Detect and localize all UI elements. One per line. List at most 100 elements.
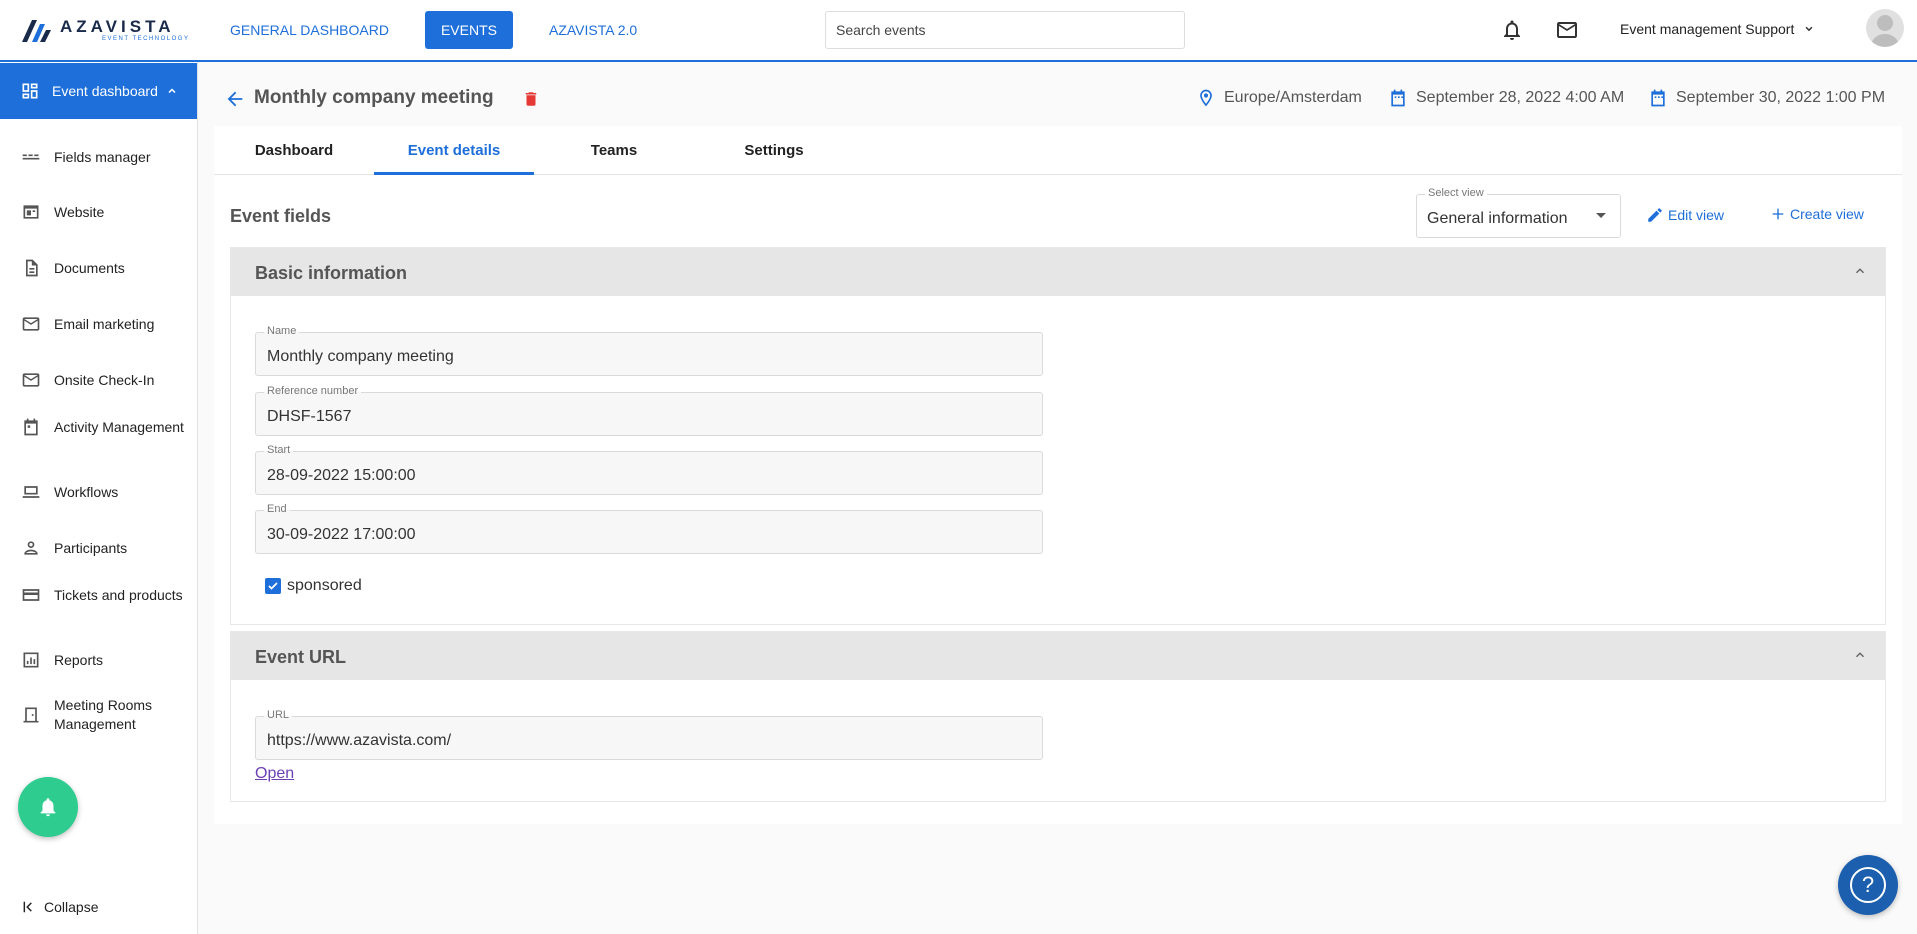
timezone-text: Europe/Amsterdam (1224, 89, 1362, 106)
sidebar-item-website[interactable]: Website (20, 201, 190, 223)
name-field[interactable]: Name Monthly company meeting (255, 325, 1043, 376)
field-label: URL (264, 709, 293, 721)
reference-number-field[interactable]: Reference number DHSF-1567 (255, 385, 1043, 436)
sidebar-item-activity-management[interactable]: Activity Management (20, 416, 190, 438)
back-arrow-icon[interactable] (224, 88, 246, 115)
top-nav: GENERAL DASHBOARD EVENTS AZAVISTA 2.0 (218, 11, 673, 49)
start-date-info: September 28, 2022 4:00 AM (1388, 88, 1624, 108)
sidebar-active-label: Event dashboard (52, 83, 158, 99)
chart-icon (20, 649, 42, 671)
collapse-label: Collapse (44, 899, 99, 915)
sidebar-item-label: Onsite Check-In (54, 371, 155, 388)
topnav-azavista-2[interactable]: AZAVISTA 2.0 (537, 11, 649, 49)
account-name: Event management Support (1620, 21, 1795, 37)
field-label: End (264, 503, 290, 515)
field-value: 28-09-2022 15:00:00 (267, 467, 416, 484)
pencil-icon (1648, 208, 1662, 222)
website-icon (20, 201, 42, 223)
delete-icon[interactable] (522, 88, 540, 115)
logo[interactable]: AZAVISTA EVENT TECHNOLOGY (22, 18, 189, 43)
sidebar-item-onsite-check-in[interactable]: Onsite Check-In (20, 369, 190, 391)
sidebar-item-label: Activity Management (54, 418, 184, 435)
sidebar-item-tickets-products[interactable]: Tickets and products (20, 584, 190, 606)
sidebar-item-label: Participants (54, 539, 128, 556)
fields-icon (20, 146, 42, 168)
open-url-link[interactable]: Open (255, 765, 294, 783)
bell-icon[interactable] (1500, 18, 1524, 42)
document-icon (20, 257, 42, 279)
tab-event-details[interactable]: Event details (374, 126, 534, 175)
mail-icon[interactable] (1555, 18, 1579, 42)
sidebar-item-label: Reports (54, 651, 104, 668)
collapse-button[interactable]: Collapse (22, 899, 98, 915)
calendar-icon (1391, 89, 1405, 107)
logo-tagline: EVENT TECHNOLOGY (102, 36, 190, 42)
person-icon (20, 537, 42, 559)
logo-mark-icon (22, 19, 52, 42)
sidebar-item-label: Fields manager (54, 148, 151, 165)
checkmark-icon (268, 582, 278, 590)
field-value: Monthly company meeting (267, 348, 454, 365)
notifications-button[interactable] (18, 777, 78, 837)
end-date-info: September 30, 2022 1:00 PM (1648, 88, 1885, 108)
tab-teams[interactable]: Teams (534, 126, 694, 175)
sidebar-item-reports[interactable]: Reports (20, 649, 190, 671)
field-value: 30-09-2022 17:00:00 (267, 526, 416, 543)
field-label: Start (264, 444, 294, 456)
sidebar-item-label: Workflows (54, 483, 119, 500)
field-value: DHSF-1567 (267, 408, 352, 425)
url-field[interactable]: URL https://www.azavista.com/ (255, 709, 1043, 760)
sidebar-item-email-marketing[interactable]: Email marketing (20, 313, 190, 335)
help-button[interactable]: ? (1838, 855, 1898, 915)
select-view-label: Select view (1425, 187, 1487, 199)
basic-information-header[interactable]: Basic information (231, 248, 1885, 296)
sidebar-item-label: Tickets and products (54, 586, 183, 603)
collapse-icon (23, 901, 32, 913)
sidebar-item-event-dashboard[interactable]: Event dashboard (0, 63, 197, 119)
logo-name: AZAVISTA (60, 17, 175, 36)
location-pin-icon (1200, 89, 1212, 107)
field-label: Name (264, 325, 300, 337)
chevron-up-icon (1855, 652, 1865, 658)
chevron-up-icon (168, 88, 176, 94)
door-icon (20, 704, 42, 726)
sidebar-item-workflows[interactable]: Workflows (20, 481, 190, 503)
event-url-header[interactable]: Event URL (231, 632, 1885, 680)
laptop-icon (20, 481, 42, 503)
dashboard-icon (22, 83, 38, 99)
edit-view-button[interactable]: Edit view (1646, 206, 1724, 224)
card-icon (20, 584, 42, 606)
avatar[interactable] (1866, 9, 1904, 47)
edit-view-label: Edit view (1668, 207, 1725, 223)
page-title: Monthly company meeting (254, 87, 494, 108)
plus-icon (1772, 208, 1784, 220)
start-field[interactable]: Start 28-09-2022 15:00:00 (255, 444, 1043, 495)
sidebar-item-meeting-rooms[interactable]: Meeting Rooms Management (20, 696, 190, 734)
select-view-dropdown[interactable]: Select view General information (1416, 187, 1621, 238)
dropdown-caret-icon (1596, 213, 1606, 218)
end-field[interactable]: End 30-09-2022 17:00:00 (255, 503, 1043, 554)
mail-icon (20, 369, 42, 391)
topnav-general-dashboard[interactable]: GENERAL DASHBOARD (218, 11, 401, 49)
event-url-section: Event URL URL https://www.azavista.com/ … (230, 631, 1886, 802)
tab-settings[interactable]: Settings (694, 126, 854, 175)
sidebar-item-label: Meeting Rooms Management (54, 697, 153, 732)
tab-dashboard[interactable]: Dashboard (214, 126, 374, 175)
calendar-icon (20, 416, 42, 438)
select-view-value: General information (1427, 210, 1568, 227)
start-date-text: September 28, 2022 4:00 AM (1416, 89, 1625, 106)
sidebar-item-label: Website (54, 203, 105, 220)
end-date-text: September 30, 2022 1:00 PM (1676, 89, 1886, 106)
topnav-events[interactable]: EVENTS (424, 11, 513, 49)
basic-information-section: Basic information Name Monthly company m… (230, 247, 1886, 625)
sponsored-checkbox[interactable] (265, 578, 281, 594)
sidebar-item-documents[interactable]: Documents (20, 257, 190, 279)
sidebar-item-participants[interactable]: Participants (20, 537, 190, 559)
create-view-button[interactable]: Create view (1770, 206, 1864, 222)
search-input[interactable] (825, 11, 1185, 49)
sidebar-item-fields-manager[interactable]: Fields manager (20, 146, 190, 168)
account-menu[interactable]: Event management Support (1620, 21, 1816, 37)
chevron-down-icon (1805, 26, 1813, 32)
section-title: Event URL (255, 647, 347, 667)
calendar-icon (1651, 89, 1665, 107)
